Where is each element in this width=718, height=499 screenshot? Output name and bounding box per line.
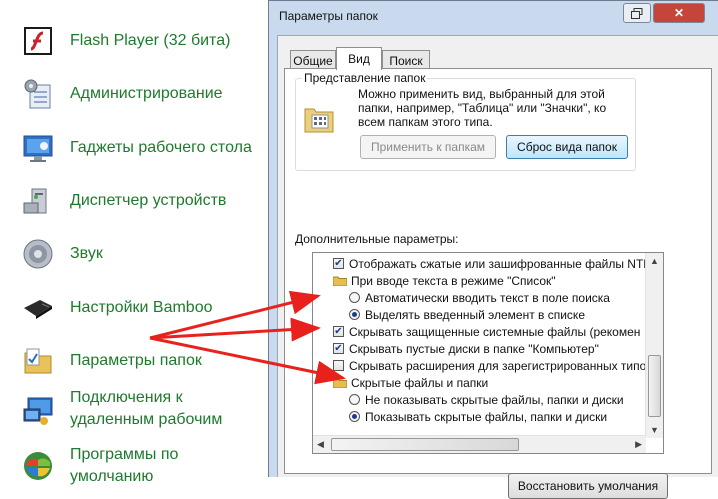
dialog-client-area: Общие Вид Поиск Представление папок Можн… xyxy=(277,35,718,499)
folder-views-description: Можно применить вид, выбранный для этой … xyxy=(358,87,607,129)
apply-to-folders-button[interactable]: Применить к папкам xyxy=(360,135,496,159)
tab-view[interactable]: Вид xyxy=(336,47,382,70)
radio-dot xyxy=(352,312,357,317)
cp-item-label-line2: умолчанию xyxy=(70,468,154,485)
device-manager-icon xyxy=(22,185,54,217)
setting-label: Скрывать защищенные системные файлы (рек… xyxy=(349,324,641,339)
button-label: Восстановить умолчания xyxy=(517,479,659,493)
cp-item-label: Гаджеты рабочего стола xyxy=(70,139,252,156)
remote-desktop-icon xyxy=(22,395,54,427)
setting-label: Скрывать пустые диски в папке "Компьютер… xyxy=(349,341,599,356)
cp-item-default-programs[interactable]: Программы по умолчанию xyxy=(22,444,178,488)
setting-dont-show-hidden[interactable]: Не показывать скрытые файлы, папки и дис… xyxy=(349,391,624,408)
radio-selected[interactable] xyxy=(349,411,360,422)
tab-panel-view: Представление папок Можно применить вид,… xyxy=(284,68,712,499)
radio-unselected[interactable] xyxy=(349,292,360,303)
advanced-settings-label: Дополнительные параметры: xyxy=(295,232,459,246)
reset-folders-button[interactable]: Сброс вида папок xyxy=(506,135,628,159)
folder-icon xyxy=(333,378,347,388)
cp-item-bamboo-settings[interactable]: Настройки Bamboo xyxy=(22,292,213,324)
setting-label: Отображать сжатые или зашифрованные файл… xyxy=(349,256,651,271)
cp-item-label: Подключения к xyxy=(70,389,183,406)
cp-item-administration[interactable]: Администрирование xyxy=(22,78,223,110)
tab-label: Вид xyxy=(348,52,370,66)
tab-label: Поиск xyxy=(389,53,423,68)
close-window-button[interactable]: ✕ xyxy=(653,3,705,23)
folder-views-title: Представление папок xyxy=(302,71,428,85)
restore-icon xyxy=(631,7,643,19)
cp-item-sound[interactable]: Звук xyxy=(22,238,103,270)
cp-item-label: Flash Player (32 бита) xyxy=(70,32,231,49)
folder-views-group: Представление папок Можно применить вид,… xyxy=(295,71,636,171)
cp-item-label: Настройки Bamboo xyxy=(70,299,213,316)
vertical-scroll-thumb[interactable] xyxy=(648,355,661,417)
cp-item-flash-player[interactable]: Flash Player (32 бита) xyxy=(22,25,230,57)
tablet-icon xyxy=(22,292,54,324)
setting-show-hidden[interactable]: Показывать скрытые файлы, папки и диски xyxy=(349,408,607,425)
setting-label: Скрытые файлы и папки xyxy=(351,375,489,390)
cp-item-device-manager[interactable]: Диспетчер устройств xyxy=(22,185,226,217)
horizontal-scrollbar[interactable]: ◀ ▶ xyxy=(313,435,646,453)
scroll-up-arrow-icon[interactable]: ▲ xyxy=(650,256,659,266)
cp-item-label-group: Программы по умолчанию xyxy=(70,444,178,488)
button-label: Применить к папкам xyxy=(370,140,486,154)
tab-search[interactable]: Поиск xyxy=(382,50,430,70)
gadgets-icon xyxy=(22,132,54,164)
flash-icon xyxy=(22,25,54,57)
setting-label: Показывать скрытые файлы, папки и диски xyxy=(365,409,608,424)
radio-selected[interactable] xyxy=(349,309,360,320)
checkbox-checked[interactable]: ✔ xyxy=(333,326,344,337)
advanced-settings-list[interactable]: ✔ Отображать сжатые или зашифрованные фа… xyxy=(312,252,664,454)
cp-item-label-line2: удаленным рабочим xyxy=(70,411,223,428)
setting-label: Не показывать скрытые файлы, папки и дис… xyxy=(365,392,624,407)
horizontal-scroll-thumb[interactable] xyxy=(331,438,519,451)
admin-tools-icon xyxy=(22,78,54,110)
folder-icon xyxy=(333,276,347,286)
setting-auto-type-search[interactable]: Автоматически вводить текст в поле поиск… xyxy=(349,289,610,306)
cp-item-label: Параметры папок xyxy=(70,352,202,369)
setting-show-compressed[interactable]: ✔ Отображать сжатые или зашифрованные фа… xyxy=(333,255,651,272)
restore-window-button[interactable] xyxy=(623,3,651,23)
setting-group-list-typing: При вводе текста в режиме "Список" xyxy=(333,272,556,289)
setting-label: При вводе текста в режиме "Список" xyxy=(351,273,556,288)
radio-unselected[interactable] xyxy=(349,394,360,405)
vertical-scrollbar[interactable]: ▲ ▼ xyxy=(645,253,663,438)
default-programs-icon xyxy=(22,450,54,482)
cp-item-desktop-gadgets[interactable]: Гаджеты рабочего стола xyxy=(22,132,252,164)
close-icon: ✕ xyxy=(673,6,685,20)
cp-item-remote-connections[interactable]: Подключения к удаленным рабочим xyxy=(22,387,222,431)
setting-label: Автоматически вводить текст в поле поиск… xyxy=(365,290,610,305)
tab-general[interactable]: Общие xyxy=(290,50,336,70)
setting-label: Выделять введенный элемент в списке xyxy=(365,307,585,322)
button-label: Сброс вида папок xyxy=(517,140,617,154)
setting-hide-protected-files[interactable]: ✔ Скрывать защищенные системные файлы (р… xyxy=(333,323,640,340)
checkbox-checked[interactable]: ✔ xyxy=(333,343,344,354)
cp-item-label: Программы по xyxy=(70,446,179,463)
dialog-title: Параметры папок xyxy=(279,9,378,23)
checkbox-checked[interactable]: ✔ xyxy=(333,258,344,269)
cp-item-folder-options[interactable]: Параметры папок xyxy=(22,345,202,377)
radio-dot xyxy=(352,414,357,419)
folder-view-icon xyxy=(304,108,334,133)
cp-item-label: Диспетчер устройств xyxy=(70,192,227,209)
dialog-titlebar[interactable]: Параметры папок ✕ xyxy=(269,1,718,27)
folder-options-icon xyxy=(22,345,54,377)
cp-item-label-group: Подключения к удаленным рабочим xyxy=(70,387,222,431)
setting-label: Скрывать расширения для зарегистрированн… xyxy=(349,358,647,373)
setting-group-hidden-files: Скрытые файлы и папки xyxy=(333,374,488,391)
checkbox-unchecked[interactable] xyxy=(333,360,344,371)
cp-item-label: Звук xyxy=(70,245,103,262)
scroll-down-arrow-icon[interactable]: ▼ xyxy=(650,425,659,435)
setting-hide-empty-drives[interactable]: ✔ Скрывать пустые диски в папке "Компьют… xyxy=(333,340,599,357)
setting-hide-extensions[interactable]: Скрывать расширения для зарегистрированн… xyxy=(333,357,646,374)
cp-item-label: Администрирование xyxy=(70,85,223,102)
scroll-right-arrow-icon[interactable]: ▶ xyxy=(635,439,642,450)
tab-label: Общие xyxy=(293,53,333,68)
scroll-left-arrow-icon[interactable]: ◀ xyxy=(317,439,324,450)
setting-select-typed-item[interactable]: Выделять введенный элемент в списке xyxy=(349,306,585,323)
speaker-icon xyxy=(22,238,54,270)
folder-options-dialog: Параметры папок ✕ Общие Вид Поиск Предст… xyxy=(268,0,718,499)
